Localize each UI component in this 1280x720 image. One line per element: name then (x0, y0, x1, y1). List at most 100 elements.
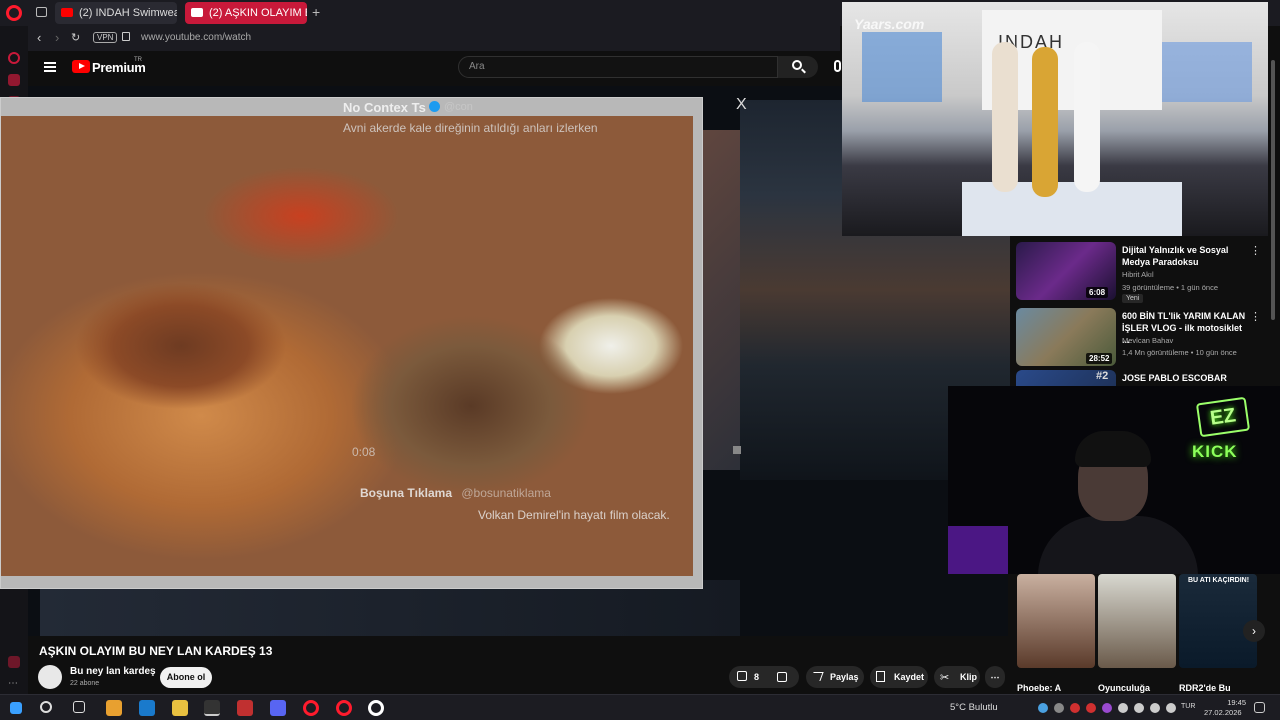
volume-icon[interactable] (733, 446, 741, 454)
search-button[interactable] (778, 56, 818, 78)
network-icon[interactable] (1150, 703, 1160, 713)
tray-icon[interactable] (1038, 703, 1048, 713)
language-indicator[interactable]: TUR (1181, 703, 1195, 710)
volume-icon[interactable] (1166, 703, 1176, 713)
tray-icon[interactable] (1086, 703, 1096, 713)
recommendation-item[interactable]: 28:52 600 BİN TL'lik YARIM KALAN İŞLER V… (1016, 308, 1266, 372)
history-icon[interactable] (8, 52, 20, 64)
opera-air-icon[interactable] (368, 700, 384, 716)
short-thumbnail[interactable] (1179, 574, 1257, 668)
runway-backdrop-right (1162, 42, 1252, 102)
gx-icon[interactable] (8, 656, 20, 668)
more-actions-button[interactable]: ⋯ (985, 666, 1005, 688)
tray-icon[interactable] (1102, 703, 1112, 713)
tweet2-handle: @bosunatiklama (461, 486, 551, 500)
forward-icon[interactable]: › (55, 30, 59, 45)
short-overlay-text: BU ATI KAÇIRDIN! (1188, 577, 1250, 584)
address-bar: ‹ › ↻ VPN www.youtube.com/watch (0, 26, 840, 51)
tweet2-author: Boşuna Tıklama @bosunatiklama (360, 486, 551, 500)
clock-date[interactable]: 27.02.2026 (1204, 708, 1242, 717)
subscribe-button[interactable]: Abone ol (160, 667, 212, 688)
neon-kick-sign: KICK (1192, 442, 1238, 461)
video-title: AŞKIN OLAYIM BU NEY LAN KARDEŞ 13 (39, 644, 273, 658)
opera-icon[interactable] (303, 700, 319, 716)
youtube-logo-icon[interactable] (72, 60, 90, 73)
tab-indah-swimwear[interactable]: (2) INDAH Swimwear Fash (55, 2, 177, 24)
back-icon[interactable]: ‹ (37, 30, 41, 45)
tray-icon[interactable] (1070, 703, 1080, 713)
more-icon[interactable]: ⋯ (8, 678, 20, 690)
new-tab-button[interactable]: + (312, 4, 320, 20)
tweet-handle: @con (444, 101, 473, 113)
video-app-icon[interactable] (237, 700, 253, 716)
model-figure (992, 42, 1018, 192)
verified-icon (429, 101, 440, 112)
recommendation-title[interactable]: JOSE PABLO ESCOBAR (1122, 372, 1248, 384)
recommendation-item[interactable]: 6:08 Dijital Yalnızlık ve Sosyal Medya P… (1016, 242, 1266, 306)
microphone-tray-icon[interactable] (1134, 703, 1144, 713)
recommendation-title[interactable]: Dijital Yalnızlık ve Sosyal Medya Parado… (1122, 244, 1248, 268)
copilot-icon[interactable] (106, 700, 122, 716)
start-icon[interactable] (10, 702, 22, 714)
video-duration: 28:52 (1086, 353, 1113, 364)
recommendation-channel[interactable]: Mevlcan Bahav (1122, 336, 1173, 345)
tray-icon[interactable] (1118, 703, 1128, 713)
clock-time[interactable]: 19:45 (1208, 698, 1246, 707)
short-title[interactable]: Phoebe: A (1017, 683, 1061, 693)
subscriber-count: 22 abone (70, 680, 100, 687)
thumbs-down-icon[interactable] (777, 672, 787, 682)
search-input[interactable]: Ara (458, 56, 778, 78)
tweet2-author-name: Boşuna Tıklama (360, 486, 453, 500)
recommendation-channel[interactable]: Hibrit Akıl (1122, 270, 1154, 279)
search-icon[interactable] (40, 701, 52, 713)
webcam-overlay: EZ KICK (948, 386, 1280, 574)
notification-icon[interactable] (1254, 702, 1265, 713)
search-icon (792, 60, 802, 70)
video-duration: 6:08 (1086, 287, 1109, 298)
app-icon[interactable] (204, 700, 220, 716)
discord-icon[interactable] (270, 700, 286, 716)
opera-logo-icon[interactable] (6, 5, 22, 21)
tab-askin-olayim[interactable]: (2) AŞKIN OLAYIM BU (185, 2, 307, 24)
tab-overview-icon[interactable] (36, 7, 47, 17)
menu-icon[interactable] (44, 62, 56, 72)
model-figure (1074, 42, 1100, 192)
scrollbar-thumb[interactable] (1271, 60, 1275, 320)
bookmarks-icon[interactable] (8, 74, 20, 86)
model-figure (1032, 47, 1058, 197)
reload-icon[interactable]: ↻ (71, 31, 80, 44)
webcam-light (948, 526, 1008, 574)
channel-name[interactable]: Bu ney lan kardeş (70, 666, 156, 677)
runway-video-overlay[interactable]: INDAH Yaars.com (842, 2, 1268, 236)
microphone-icon[interactable] (834, 60, 841, 72)
file-explorer-icon[interactable] (172, 700, 188, 716)
speaker-icon (191, 8, 203, 17)
tweet2-text: Volkan Demirel'in hayatı film olacak. (478, 508, 670, 522)
edge-icon[interactable] (139, 700, 155, 716)
short-thumbnail[interactable] (1017, 574, 1095, 668)
weather-widget[interactable]: 5°C Bulutlu (950, 702, 998, 713)
shorts-next-button[interactable]: › (1243, 620, 1265, 642)
short-thumbnail[interactable] (1098, 574, 1176, 668)
url-field[interactable]: www.youtube.com/watch (141, 32, 251, 43)
task-view-icon[interactable] (73, 701, 85, 713)
youtube-favicon-icon (61, 8, 73, 17)
lock-icon[interactable] (122, 32, 130, 41)
tray-icon[interactable] (1054, 703, 1064, 713)
short-title[interactable]: RDR2'de Bu (1179, 683, 1231, 693)
tweet-text: Avni akerde kale direğinin atıldığı anla… (343, 121, 598, 135)
channel-avatar[interactable] (38, 665, 62, 689)
runway-backdrop-left (862, 32, 942, 102)
video-tag: #2 (1096, 370, 1109, 382)
youtube-header: Premium TR Ara (28, 51, 841, 86)
recommendation-item[interactable]: #2 JOSE PABLO ESCOBAR (1016, 370, 1266, 386)
recommendation-meta: 39 görüntüleme • 1 gün önce (1122, 283, 1219, 292)
kebab-menu-icon[interactable]: ⋮ (1250, 244, 1261, 257)
kebab-menu-icon[interactable]: ⋮ (1250, 310, 1261, 323)
thumbs-up-icon (737, 671, 747, 681)
short-title[interactable]: Oyunculuğa (1098, 683, 1150, 693)
opera-gx-icon[interactable] (336, 700, 352, 716)
close-button[interactable]: X (736, 96, 747, 114)
vpn-badge[interactable]: VPN (93, 32, 118, 43)
recommendation-meta: 1,4 Mn görüntüleme • 10 gün önce (1122, 348, 1237, 357)
